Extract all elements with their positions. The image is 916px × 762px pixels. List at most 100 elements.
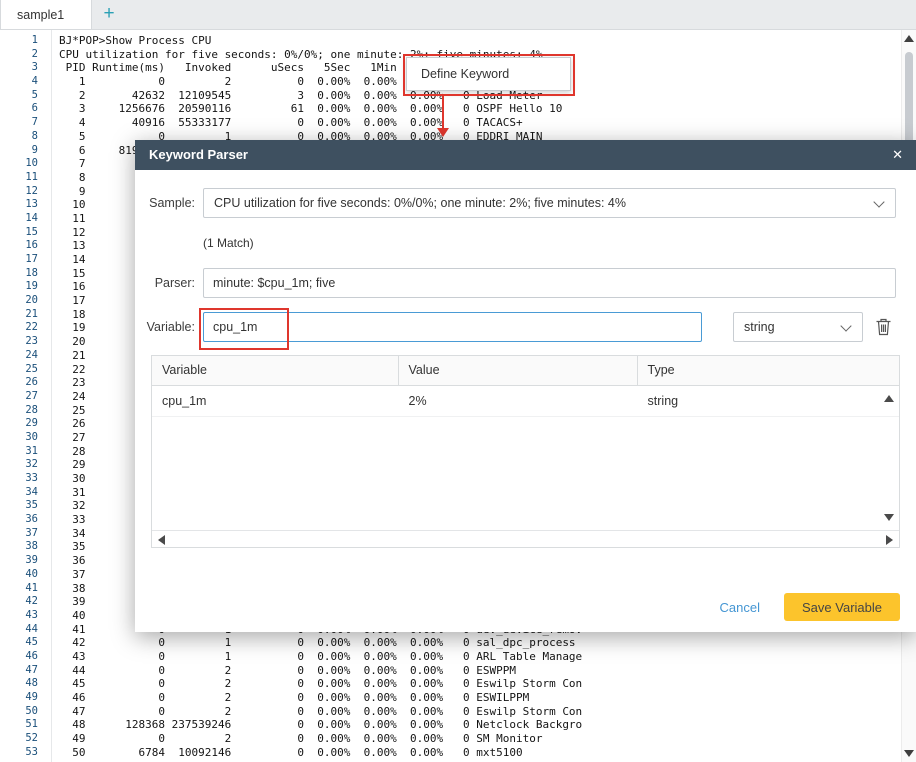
console-line-text: 9 [52,185,86,199]
save-variable-button[interactable]: Save Variable [784,593,900,621]
console-line-text: 37 [52,568,86,582]
table-scroll-right-icon[interactable] [886,535,893,545]
line-number: 29 [0,417,52,431]
variables-table: VariableValueType cpu_1m2%string [151,355,900,548]
console-line-text: 15 [52,267,86,281]
line-number: 15 [0,226,52,240]
sample-select[interactable]: CPU utilization for five seconds: 0%/0%;… [203,188,896,218]
console-line-text: 21 [52,349,86,363]
console-line-text: 18 [52,308,86,322]
line-number: 19 [0,280,52,294]
line-number: 6 [0,102,52,116]
add-tab-button[interactable]: + [92,0,126,29]
context-menu: Define Keyword [406,57,571,91]
console-line-text: 19 [52,321,86,335]
line-number: 16 [0,239,52,253]
console-line-text: 31 [52,486,86,500]
console-line-text: 7 [52,157,86,171]
scroll-down-icon[interactable] [904,750,914,757]
table-scroll-left-icon[interactable] [158,535,165,545]
table-header-cell: Variable [152,356,399,385]
type-select-value: string [744,313,775,341]
console-line-text: 33 [52,513,86,527]
console-line-text: 4 40916 55333177 0 0.00% 0.00% 0.00% 0 T… [52,116,523,130]
close-icon[interactable]: ✕ [892,140,903,170]
line-number: 34 [0,486,52,500]
line-number: 30 [0,431,52,445]
table-scroll-down-icon[interactable] [884,514,894,521]
annotation-arrow-line [442,94,444,128]
sample-label: Sample: [135,188,195,218]
line-number: 46 [0,650,52,664]
table-scroll-up-icon[interactable] [884,395,894,402]
line-number: 35 [0,499,52,513]
console-line-text: 25 [52,404,86,418]
line-number: 52 [0,732,52,746]
line-number: 45 [0,636,52,650]
table-cell: 2% [399,386,638,416]
line-number: 26 [0,376,52,390]
variable-input[interactable] [203,312,702,342]
line-number: 22 [0,321,52,335]
console-line-text: 10 [52,198,86,212]
console-line-text: 24 [52,390,86,404]
parser-input[interactable] [203,268,896,298]
line-number: 5 [0,89,52,103]
chevron-down-icon [840,320,851,331]
cancel-button[interactable]: Cancel [720,600,760,615]
console-line-text: 36 [52,554,86,568]
line-number: 18 [0,267,52,281]
console-line-text: 23 [52,376,86,390]
scroll-up-icon[interactable] [904,35,914,42]
line-number: 32 [0,458,52,472]
sample-select-value: CPU utilization for five seconds: 0%/0%;… [214,189,626,217]
tab-sample1[interactable]: sample1 [0,0,92,29]
console-line-text: 12 [52,226,86,240]
table-cell: cpu_1m [152,386,399,416]
variable-label: Variable: [135,312,195,342]
table-body: cpu_1m2%string [152,386,899,530]
table-hscrollbar[interactable] [152,530,899,547]
line-number: 10 [0,157,52,171]
console-line: 45 42 0 1 0 0.00% 0.00% 0.00% 0 sal_dpc_… [0,636,916,650]
line-number: 23 [0,335,52,349]
table-row[interactable]: cpu_1m2%string [152,386,899,417]
dialog-title: Keyword Parser [149,140,248,170]
line-number: 14 [0,212,52,226]
table-header: VariableValueType [152,356,899,386]
console-scrollbar-thumb[interactable] [905,52,913,147]
console-line: 46 43 0 1 0 0.00% 0.00% 0.00% 0 ARL Tabl… [0,650,916,664]
console-line-text: 6 819 [52,144,138,158]
line-number: 43 [0,609,52,623]
menu-item-define-keyword[interactable]: Define Keyword [407,58,570,90]
line-number: 38 [0,540,52,554]
line-number: 51 [0,718,52,732]
console-line: 47 44 0 2 0 0.00% 0.00% 0.00% 0 ESWPPM [0,664,916,678]
chevron-down-icon [873,196,884,207]
console-line-text: 30 [52,472,86,486]
tab-label: sample1 [17,8,64,22]
line-number: 11 [0,171,52,185]
console-line-text: 49 0 2 0 0.00% 0.00% 0.00% 0 SM Monitor [52,732,542,746]
line-number: 47 [0,664,52,678]
console-line: 7 4 40916 55333177 0 0.00% 0.00% 0.00% 0… [0,116,916,130]
console-line-text: 28 [52,445,86,459]
console-line-text: 48 128368 237539246 0 0.00% 0.00% 0.00% … [52,718,582,732]
console-line-text: 14 [52,253,86,267]
console-line: 1BJ*POP>Show Process CPU [0,34,916,48]
type-select[interactable]: string [733,312,863,342]
line-number: 1 [0,34,52,48]
trash-icon[interactable] [875,317,893,337]
line-number: 21 [0,308,52,322]
line-number: 36 [0,513,52,527]
line-number: 42 [0,595,52,609]
table-cell: string [638,386,899,416]
console-line: 48 45 0 2 0 0.00% 0.00% 0.00% 0 Eswilp S… [0,677,916,691]
console-line-text: 44 0 2 0 0.00% 0.00% 0.00% 0 ESWPPM [52,664,516,678]
console-line-text: 47 0 2 0 0.00% 0.00% 0.00% 0 Eswilp Stor… [52,705,582,719]
line-number: 50 [0,705,52,719]
line-number: 40 [0,568,52,582]
line-number: 27 [0,390,52,404]
console-line: 53 50 6784 10092146 0 0.00% 0.00% 0.00% … [0,746,916,760]
console-line-text: 45 0 2 0 0.00% 0.00% 0.00% 0 Eswilp Stor… [52,677,582,691]
